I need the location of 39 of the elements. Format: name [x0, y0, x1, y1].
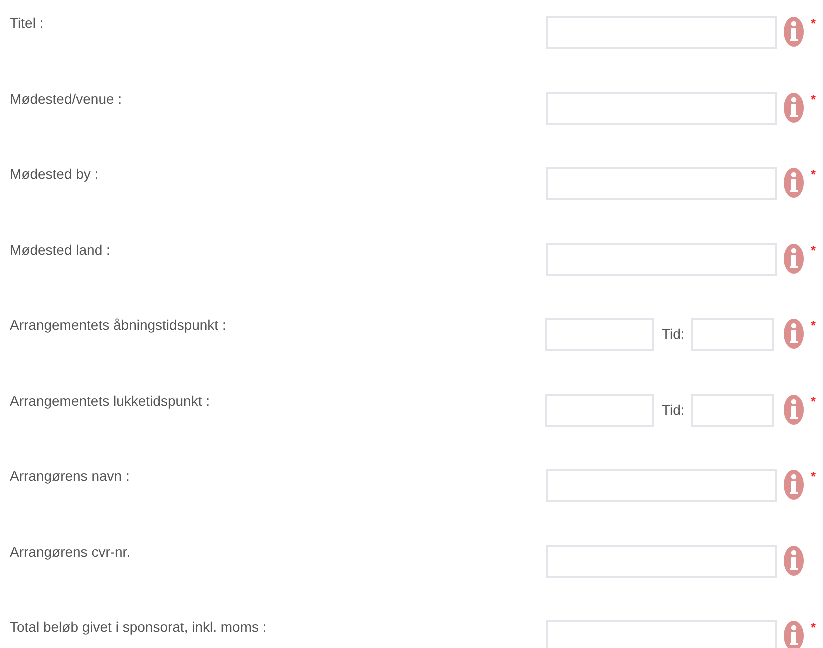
required-mark: * [811, 620, 816, 636]
field-label: Arrangementets lukketidspunkt : [10, 392, 211, 408]
info-icon[interactable] [784, 92, 804, 122]
input-field[interactable] [546, 92, 777, 124]
required-mark: * [811, 469, 816, 485]
info-icon[interactable] [784, 17, 804, 47]
info-icon[interactable] [784, 319, 804, 349]
input-field[interactable] [545, 318, 654, 351]
info-icon[interactable] [784, 621, 804, 648]
required-mark: * [811, 242, 816, 258]
required-mark: * [811, 318, 816, 334]
field-label: Total beløb givet i sponsorat, inkl. moms : [10, 619, 268, 635]
field-label: Arrangementets åbningstidspunkt : [10, 317, 228, 333]
field-label: Arrangørens navn : [10, 468, 131, 484]
input-field[interactable] [690, 394, 774, 426]
input-field[interactable] [690, 318, 774, 351]
info-icon[interactable] [784, 244, 804, 274]
field-label: Titel : [10, 15, 45, 31]
input-field[interactable] [546, 167, 777, 200]
required-mark: * [811, 167, 816, 183]
input-field[interactable] [546, 544, 777, 578]
field-label: Mødested land : [10, 242, 112, 258]
field-label: Arrangørens cvr-nr. [10, 544, 132, 560]
field-label: Mødested by : [10, 166, 100, 182]
required-mark: * [811, 92, 816, 108]
input-field[interactable] [546, 469, 777, 502]
info-icon[interactable] [784, 470, 804, 500]
info-icon[interactable] [784, 394, 804, 424]
input-field[interactable] [545, 394, 654, 426]
required-mark: * [811, 394, 816, 410]
info-icon[interactable] [784, 546, 804, 576]
time-label: Tid: [662, 325, 685, 344]
input-field[interactable] [546, 16, 777, 49]
required-mark: * [811, 16, 816, 32]
info-icon[interactable] [784, 168, 804, 198]
field-label: Mødested/venue : [10, 90, 124, 106]
input-field[interactable] [546, 620, 777, 648]
time-label: Tid: [662, 400, 685, 420]
input-field[interactable] [546, 242, 777, 276]
